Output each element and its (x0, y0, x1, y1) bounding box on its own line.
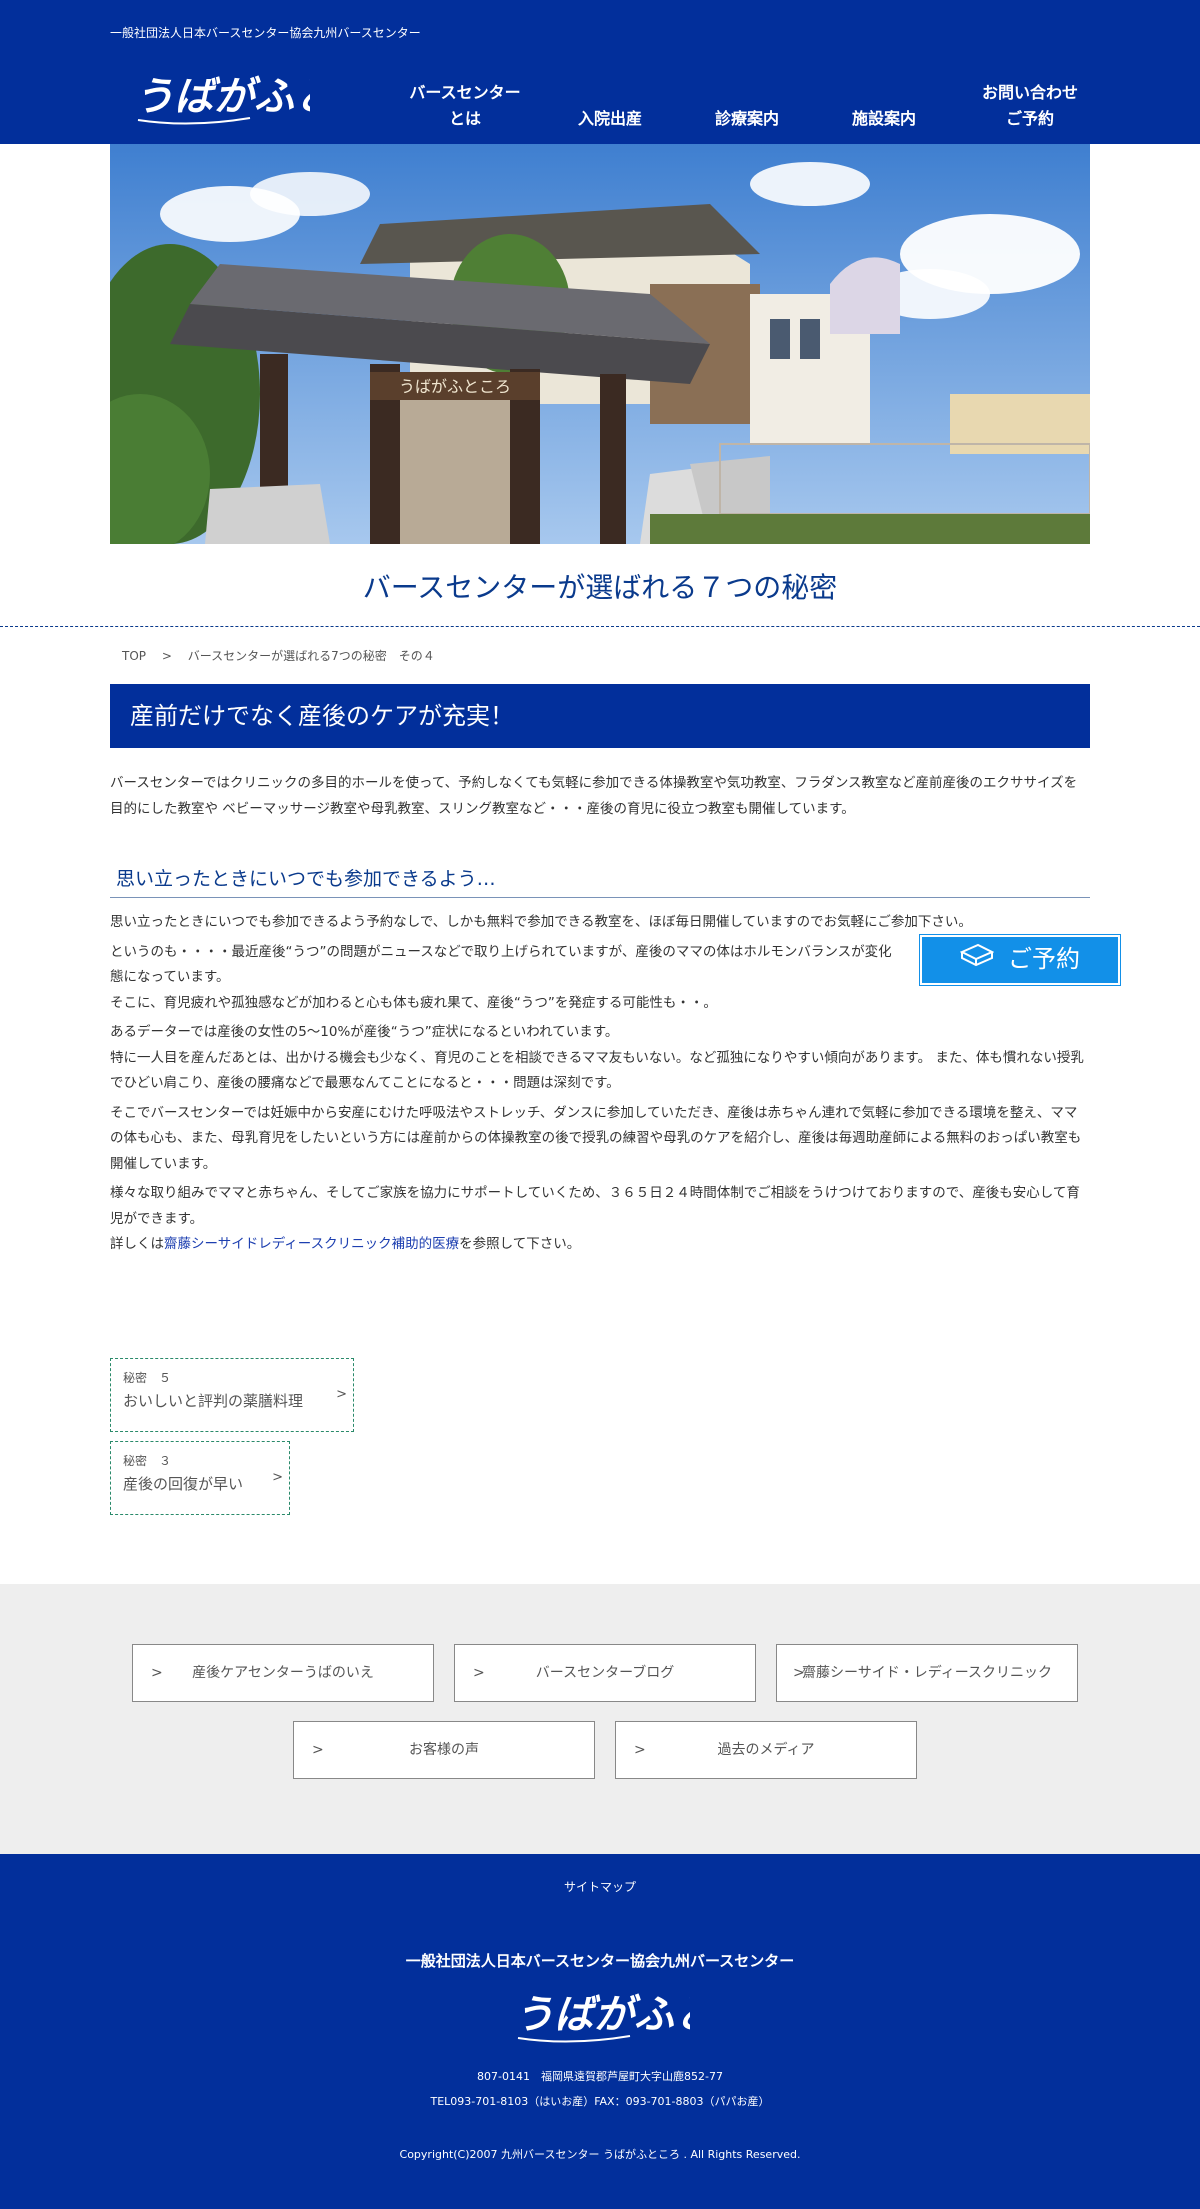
nav-item-label-line2: とは (448, 109, 481, 128)
nav-item-label-line2: ご予約 (1005, 109, 1054, 128)
breadcrumb-current: バースセンターが選ばれる7つの秘密 その４ (187, 649, 435, 663)
nav-item-label-line1: バースセンター (409, 83, 521, 102)
footer-org-name: 一般社団法人日本バースセンター協会九州バースセンター (405, 1952, 795, 1970)
hero-image: うばがふところ (110, 144, 1090, 544)
nav-item-facility[interactable]: 施設案内 (834, 106, 934, 132)
chevron-right-icon: > (634, 1742, 646, 1758)
nav-item-clinic-info[interactable]: 診療案内 (697, 106, 797, 132)
nav-item-about[interactable]: バースセンター とは (390, 80, 540, 132)
nav-item-label-line1: お問い合わせ (981, 83, 1078, 102)
secret-title: おいしいと評判の薬膳料理 (123, 1392, 304, 1410)
nav-item-label: 入院出産 (577, 109, 642, 128)
chevron-right-icon: > (473, 1665, 485, 1681)
footer-phone: TEL093-701-8103（はいお産）FAX：093-701-8803（パパ… (430, 2095, 770, 2108)
nav-item-contact[interactable]: お問い合わせ ご予約 (970, 80, 1090, 132)
gate-sign-text: うばがふところ (399, 377, 511, 396)
body-paragraph: 特に一人目を産んだあとは、出かける機会も少なく、育児のことを相談できるママ友もい… (110, 1049, 1084, 1092)
secret-title: 産後の回復が早い (123, 1475, 244, 1493)
book-icon (959, 938, 995, 982)
link-label: バースセンターブログ (535, 1665, 675, 1681)
chevron-right-icon: > (151, 1665, 163, 1681)
secret-number: 秘密 ５ (123, 1371, 172, 1385)
site-footer: サイトマップ 一般社団法人日本バースセンター協会九州バースセンター うばがふとこ… (0, 1854, 1200, 2209)
breadcrumb: TOP > バースセンターが選ばれる7つの秘密 その４ (122, 647, 447, 664)
breadcrumb-separator: > (161, 649, 172, 663)
section-banner: 産前だけでなく産後のケアが充実！ (110, 684, 1090, 748)
link-label: 産後ケアセンターうばのいえ (192, 1665, 374, 1681)
link-label: 過去のメディア (717, 1742, 815, 1758)
secret-3-link[interactable]: 秘密 ３ 産後の回復が早い > (110, 1441, 290, 1515)
body-paragraph: そこに、育児疲れや孤独感などが加わると心も体も疲れ果て、産後“うつ”を発症する可… (110, 994, 717, 1011)
body-paragraph: そこでバースセンターでは妊娠中から安産にむけた呼吸法やストレッチ、ダンスに参加し… (110, 1104, 1082, 1172)
reserve-button[interactable]: ご予約 (919, 934, 1121, 986)
logo-graphic: うばがふところ (134, 73, 414, 125)
site-header: 一般社団法人日本バースセンター協会九州バースセンター うばがふところ バースセン… (0, 0, 1200, 144)
header-org-name: 一般社団法人日本バースセンター協会九州バースセンター (110, 26, 421, 40)
clinic-link[interactable]: 齋藤シーサイドレディースクリニック補助的医療 (164, 1236, 459, 1252)
chevron-right-icon: > (793, 1665, 805, 1681)
body-paragraph: 詳しくは齋藤シーサイドレディースクリニック補助的医療を参照して下さい。 (110, 1236, 581, 1252)
title-divider (0, 626, 1200, 627)
logo-text: うばがふところ (134, 73, 310, 120)
footer-address: 807-0141 福岡県遠賀郡芦屋町大字山鹿852-77 (477, 2070, 723, 2083)
section-subheading: 思い立ったときにいつでも参加できるよう… (110, 864, 1090, 898)
intro-text: バースセンターではクリニックの多目的ホールを使って、予約しなくても気軽に参加でき… (110, 775, 1078, 817)
chevron-right-icon: > (336, 1387, 347, 1402)
link-postpartum-care-center[interactable]: > 産後ケアセンターうばのいえ (132, 1644, 434, 1702)
main-nav: バースセンター とは 入院出産 診療案内 施設案内 お問い合わせ ご予約 (390, 80, 1090, 130)
footer-logo-graphic: うばがふところ (514, 1991, 794, 2043)
reserve-button-label: ご予約 (1008, 945, 1080, 973)
secret-5-link[interactable]: 秘密 ５ おいしいと評判の薬膳料理 > (110, 1358, 354, 1432)
footer-copyright: Copyright(C)2007 九州バースセンター うばがふところ . All… (399, 2148, 801, 2161)
breadcrumb-top-link[interactable]: TOP (122, 649, 146, 663)
chevron-right-icon: > (272, 1470, 283, 1485)
link-label: お客様の声 (409, 1742, 479, 1758)
secret-number: 秘密 ３ (123, 1454, 172, 1468)
chevron-right-icon: > (312, 1742, 324, 1758)
nav-item-admission[interactable]: 入院出産 (560, 106, 660, 132)
sitemap-link[interactable]: サイトマップ (0, 1878, 1200, 1895)
related-links-section: > 産後ケアセンターうばのいえ > バースセンターブログ > 齋藤シーサイド・レ… (0, 1584, 1200, 1854)
link-label: 齋藤シーサイド・レディースクリニック (801, 1665, 1053, 1681)
footer-logo: うばがふところ (510, 1976, 794, 2052)
link-customer-voices[interactable]: > お客様の声 (293, 1721, 595, 1779)
body-paragraph: 思い立ったときにいつでも参加できるよう予約なしで、しかも無料で参加できる教室を、… (110, 914, 972, 930)
link-seaside-clinic[interactable]: > 齋藤シーサイド・レディースクリニック (776, 1644, 1078, 1702)
page-title: バースセンターが選ばれる７つの秘密 (362, 571, 838, 604)
nav-item-label: 診療案内 (714, 109, 779, 128)
body-paragraph: 様々な取り組みでママと赤ちゃん、そしてご家族を協力にサポートしていくため、３６５… (110, 1185, 1080, 1227)
site-logo[interactable]: うばがふところ (130, 58, 414, 134)
link-birth-center-blog[interactable]: > バースセンターブログ (454, 1644, 756, 1702)
body-paragraph: あるデーターでは産後の女性の5～10%が産後“うつ”症状になるといわれています。 (110, 1024, 619, 1040)
link-past-media[interactable]: > 過去のメディア (615, 1721, 917, 1779)
footer-logo-text: うばがふところ (514, 1991, 690, 2038)
nav-item-label: 施設案内 (851, 109, 916, 128)
